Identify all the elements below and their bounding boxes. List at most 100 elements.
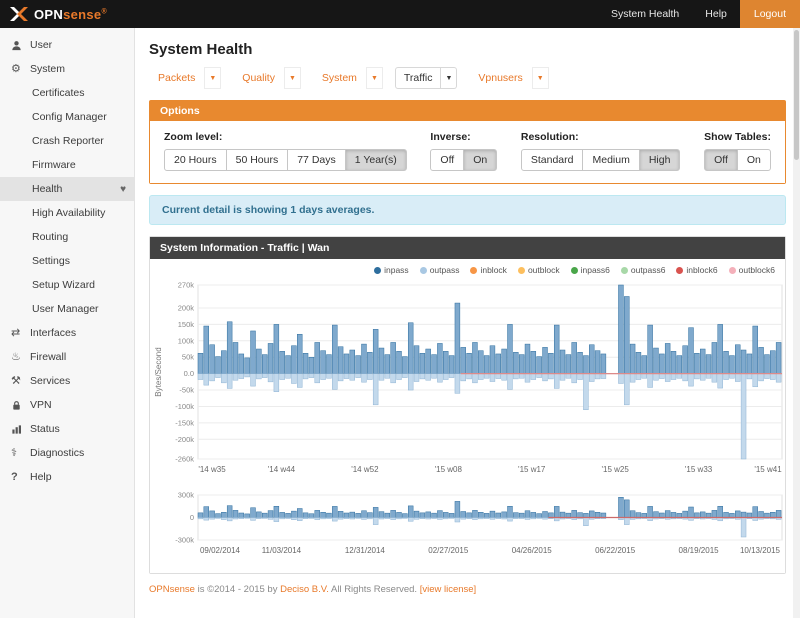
option-label-show-tables: Show Tables: [704,131,771,143]
legend-outblock[interactable]: outblock [518,265,560,275]
info-alert: Current detail is showing 1 days average… [149,195,786,225]
tab-vpnusers[interactable]: Vpnusers [469,67,531,89]
sidebar-item-services[interactable]: ⚒Services [0,369,134,393]
tab-quality[interactable]: Quality [233,67,284,89]
sidebar-item-high-availability[interactable]: High Availability [0,201,134,225]
option-group-zoom-level: Zoom level:20 Hours50 Hours77 Days1 Year… [164,131,407,171]
sidebar-item-setup-wizard[interactable]: Setup Wizard [0,273,134,297]
sidebar-item-help[interactable]: ?Help [0,465,134,489]
zoom-level-20-hours-button[interactable]: 20 Hours [164,149,227,171]
svg-text:Bytes/Second: Bytes/Second [154,347,163,396]
heartbeat-icon: ♥ [120,184,126,195]
tab-quality-chevron-down-icon[interactable]: ▼ [284,67,301,89]
inverse-off-button[interactable]: Off [430,149,464,171]
resolution-medium-button[interactable]: Medium [582,149,639,171]
sidebar-item-label: User Manager [32,303,99,315]
scrollbar-thumb[interactable] [794,30,799,160]
svg-text:150k: 150k [178,320,195,329]
sidebar-item-label: Status [30,423,60,435]
sidebar-item-interfaces[interactable]: ⇄Interfaces [0,321,134,345]
sidebar-item-config-manager[interactable]: Config Manager [0,105,134,129]
tab-packets-chevron-down-icon[interactable]: ▼ [204,67,221,89]
sidebar-item-routing[interactable]: Routing [0,225,134,249]
show-tables-on-button[interactable]: On [737,149,771,171]
legend-inblock[interactable]: inblock [470,265,506,275]
services-icon: ⚒ [11,376,30,387]
zoom-level-1-year-s-button[interactable]: 1 Year(s) [345,149,407,171]
topbar-system-health-link[interactable]: System Health [598,0,692,28]
svg-text:'15 w33: '15 w33 [685,465,713,474]
tab-packets[interactable]: Packets [149,67,204,89]
sidebar-item-user[interactable]: User [0,33,134,57]
svg-text:'15 w25: '15 w25 [601,465,629,474]
traffic-overview-chart: 300k0-300k09/02/201411/03/201412/31/2014… [150,490,786,566]
tab-vpnusers-chevron-down-icon[interactable]: ▼ [532,67,549,89]
sidebar-item-user-manager[interactable]: User Manager [0,297,134,321]
sidebar-item-label: Firewall [30,351,66,363]
sidebar-item-vpn[interactable]: VPN [0,393,134,417]
show-tables-off-button[interactable]: Off [704,149,738,171]
vpn-icon [11,400,30,411]
svg-text:09/02/2014: 09/02/2014 [200,546,241,555]
legend-inpass[interactable]: inpass [374,265,409,275]
button-group-show-tables: OffOn [704,149,771,171]
tab-system[interactable]: System [313,67,366,89]
button-group-inverse: OffOn [430,149,497,171]
button-group-resolution: StandardMediumHigh [521,149,681,171]
sidebar-item-certificates[interactable]: Certificates [0,81,134,105]
sidebar-item-settings[interactable]: Settings [0,249,134,273]
sidebar-item-health[interactable]: Health♥ [0,177,134,201]
sidebar-item-status[interactable]: Status [0,417,134,441]
svg-text:'15 w41: '15 w41 [754,465,782,474]
user-icon [11,40,30,51]
logout-button[interactable]: Logout [740,0,800,28]
svg-text:10/13/2015: 10/13/2015 [740,546,781,555]
footer-company-link[interactable]: Deciso B.V. [280,584,329,595]
sidebar-item-firewall[interactable]: ♨Firewall [0,345,134,369]
svg-text:12/31/2014: 12/31/2014 [345,546,386,555]
legend-inpass6[interactable]: inpass6 [571,265,610,275]
legend-outblock6[interactable]: outblock6 [729,265,775,275]
svg-text:270k: 270k [178,281,195,290]
inpass6-swatch-icon [571,267,578,274]
footer-text: is ©2014 - 2015 by [198,584,278,595]
inblock6-swatch-icon [676,267,683,274]
svg-text:02/27/2015: 02/27/2015 [428,546,469,555]
sidebar-item-crash-reporter[interactable]: Crash Reporter [0,129,134,153]
sidebar-item-firmware[interactable]: Firmware [0,153,134,177]
zoom-level-50-hours-button[interactable]: 50 Hours [226,149,289,171]
footer-brand-link[interactable]: OPNsense [149,584,195,595]
legend-label: inpass6 [581,265,610,275]
options-body: Zoom level:20 Hours50 Hours77 Days1 Year… [150,121,785,183]
chart-body: inpass outpass inblock outblock inpass6 outpa… [150,259,785,573]
legend-label: outpass6 [631,265,666,275]
traffic-panel: System Information - Traffic | Wan inpas… [149,236,786,574]
resolution-standard-button[interactable]: Standard [521,149,584,171]
zoom-level-77-days-button[interactable]: 77 Days [287,149,346,171]
sidebar-item-label: Routing [32,231,68,243]
tab-group-vpnusers: Vpnusers▼ [469,67,548,89]
footer-license-link[interactable]: [view license] [420,584,477,595]
svg-text:'14 w35: '14 w35 [198,465,226,474]
tab-traffic[interactable]: Traffic [395,67,442,89]
svg-text:0: 0 [190,513,194,522]
legend-inblock6[interactable]: inblock6 [676,265,717,275]
svg-text:11/03/2014: 11/03/2014 [262,546,302,555]
svg-text:-50k: -50k [179,386,194,395]
tab-group-quality: Quality▼ [233,67,301,89]
page-scrollbar[interactable] [793,28,800,618]
sidebar-item-diagnostics[interactable]: ⚕Diagnostics [0,441,134,465]
topbar-help-link[interactable]: Help [692,0,740,28]
resolution-high-button[interactable]: High [639,149,681,171]
help-icon: ? [11,472,30,483]
legend-outpass6[interactable]: outpass6 [621,265,666,275]
svg-text:-100k: -100k [175,402,194,411]
sidebar-item-system[interactable]: ⚙System [0,57,134,81]
legend-label: inblock [480,265,506,275]
svg-text:'15 w08: '15 w08 [435,465,463,474]
opnsense-logo: OPNsense® [10,7,107,22]
legend-outpass[interactable]: outpass [420,265,460,275]
tab-system-chevron-down-icon[interactable]: ▼ [366,67,383,89]
inverse-on-button[interactable]: On [463,149,497,171]
tab-traffic-chevron-down-icon[interactable]: ▼ [441,67,457,89]
